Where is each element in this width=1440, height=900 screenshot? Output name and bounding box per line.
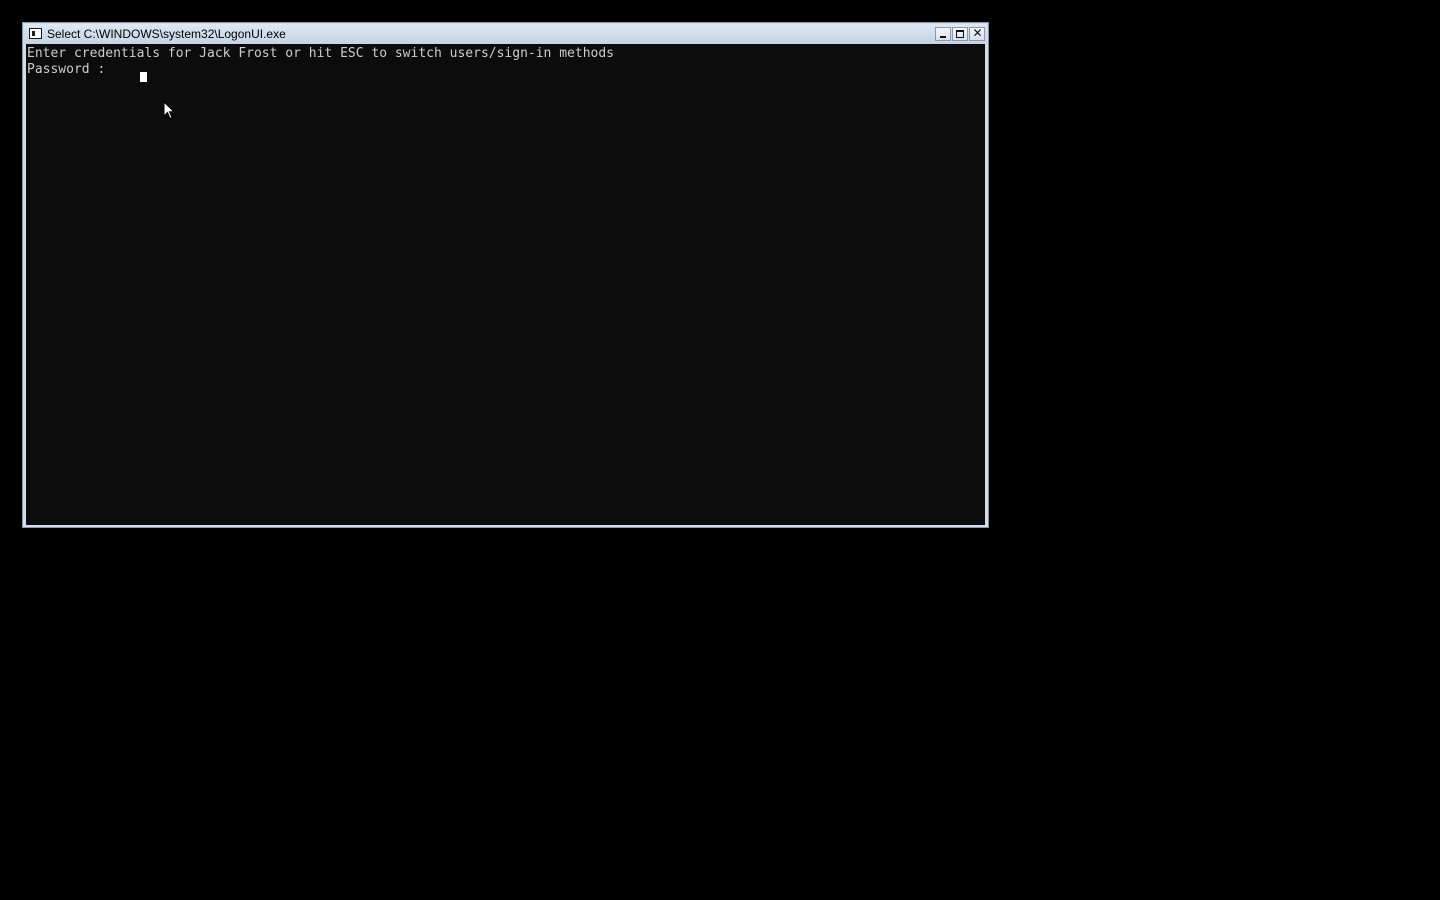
console-prompt-line: Enter credentials for Jack Frost or hit …	[27, 46, 614, 61]
console-app-icon[interactable]	[29, 28, 42, 39]
password-prompt[interactable]: Password :	[27, 62, 105, 78]
mouse-pointer-icon	[163, 101, 175, 120]
maximize-button[interactable]	[952, 27, 968, 41]
title-bar[interactable]: Select C:\WINDOWS\system32\LogonUI.exe ✕	[24, 24, 987, 44]
close-button[interactable]: ✕	[969, 27, 985, 41]
close-icon: ✕	[972, 26, 983, 40]
minimize-icon	[940, 36, 946, 38]
maximize-icon	[956, 30, 964, 38]
window-title: Select C:\WINDOWS\system32\LogonUI.exe	[47, 27, 286, 41]
console-window[interactable]: Select C:\WINDOWS\system32\LogonUI.exe ✕…	[22, 22, 989, 528]
text-cursor	[140, 72, 147, 82]
minimize-button[interactable]	[935, 27, 951, 41]
